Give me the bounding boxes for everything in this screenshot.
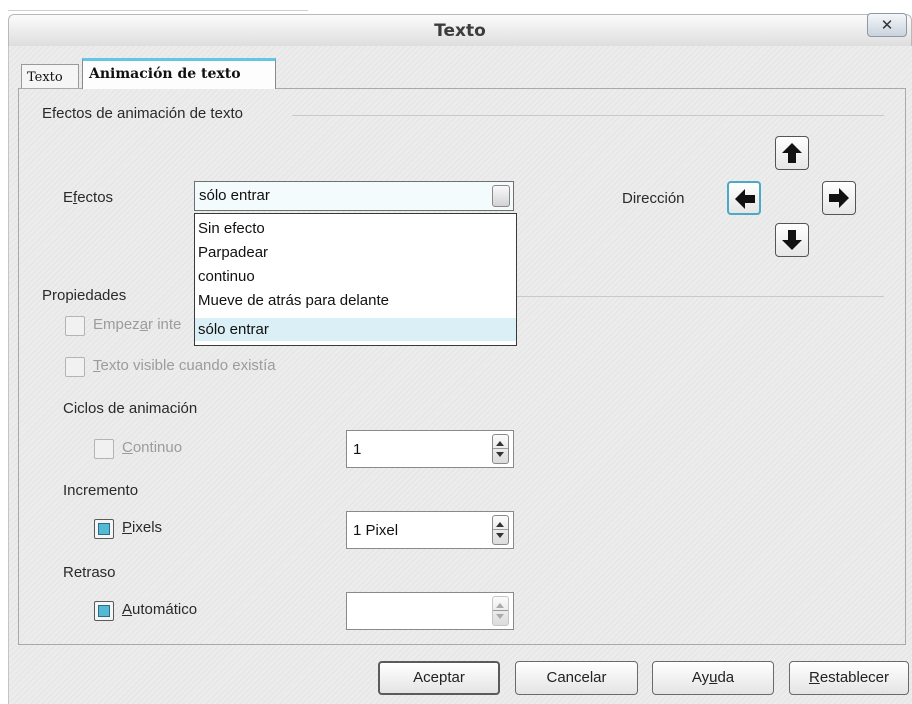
direction-down-button[interactable] (775, 223, 809, 257)
title-bar: Texto ✕ (8, 13, 912, 46)
increment-title: Incremento (63, 482, 139, 499)
spin-down-icon (496, 614, 504, 619)
spin-buttons[interactable] (492, 515, 509, 545)
spin-down-icon (496, 452, 504, 457)
arrow-up-icon (782, 143, 802, 163)
window-title: Texto (434, 21, 486, 41)
increment-value: 1 Pixel (353, 522, 399, 539)
visible-text-label: Texto visible cuando existía (93, 357, 276, 374)
chevron-down-icon[interactable] (492, 185, 510, 207)
continuous-checkbox[interactable] (94, 439, 114, 459)
automatic-label: Automático (122, 601, 198, 618)
visible-text-checkbox[interactable] (65, 357, 85, 377)
delay-spinbox[interactable] (346, 592, 514, 630)
delay-title: Retraso (63, 564, 116, 581)
background-line (8, 10, 308, 11)
cancel-button[interactable]: Cancelar (515, 661, 638, 695)
tab-animacion-de-texto[interactable]: Animación de texto (82, 58, 276, 89)
close-button[interactable]: ✕ (867, 13, 907, 37)
tab-label: Animación de texto (89, 66, 241, 82)
section-divider (517, 296, 884, 297)
continuous-label: Continuo (122, 439, 183, 456)
spin-buttons[interactable] (492, 596, 509, 626)
effects-combobox[interactable]: sólo entrar (194, 181, 514, 211)
direction-left-button[interactable] (727, 181, 761, 215)
arrow-right-icon (829, 188, 849, 208)
pixels-checkbox[interactable] (94, 519, 114, 539)
increment-spinbox[interactable]: 1 Pixel (346, 511, 514, 549)
arrow-down-icon (782, 230, 802, 250)
direction-label: Dirección (622, 190, 685, 207)
list-item-selected[interactable]: sólo entrar (195, 318, 516, 341)
list-item[interactable]: Parpadear (195, 241, 516, 264)
automatic-checkbox[interactable] (94, 601, 114, 621)
reset-button[interactable]: Restablecer (789, 661, 909, 695)
direction-up-button[interactable] (775, 136, 809, 170)
cycles-title: Ciclos de animación (63, 400, 198, 417)
spin-down-icon (496, 533, 504, 538)
ok-button[interactable]: Aceptar (378, 661, 500, 695)
spin-up-icon (496, 441, 504, 446)
start-inside-label: Empezar inte (93, 316, 182, 333)
tab-texto[interactable]: Texto (21, 64, 79, 88)
properties-section-title: Propiedades (42, 287, 127, 304)
effects-value: sólo entrar (199, 187, 270, 204)
effects-label: Efectos (63, 189, 114, 206)
list-item[interactable]: Mueve de atrás para delante (195, 289, 516, 312)
cycles-value: 1 (353, 441, 362, 458)
section-divider (292, 115, 884, 116)
cycles-spinbox[interactable]: 1 (346, 430, 514, 468)
spin-up-icon (496, 603, 504, 608)
spin-buttons[interactable] (492, 434, 509, 464)
effects-dropdown-list[interactable]: Sin efecto Parpadear continuo Mueve de a… (194, 213, 517, 346)
close-icon: ✕ (880, 16, 894, 34)
direction-right-button[interactable] (822, 181, 856, 215)
help-button[interactable]: Ayuda (652, 661, 774, 695)
tab-label: Texto (27, 70, 63, 85)
arrow-left-icon (735, 189, 755, 209)
spin-up-icon (496, 522, 504, 527)
pixels-label: Pixels (122, 519, 163, 536)
effects-section-title: Efectos de animación de texto (42, 105, 243, 122)
list-item[interactable]: Sin efecto (195, 217, 516, 240)
start-inside-checkbox[interactable] (65, 316, 85, 336)
list-item[interactable]: continuo (195, 265, 516, 288)
